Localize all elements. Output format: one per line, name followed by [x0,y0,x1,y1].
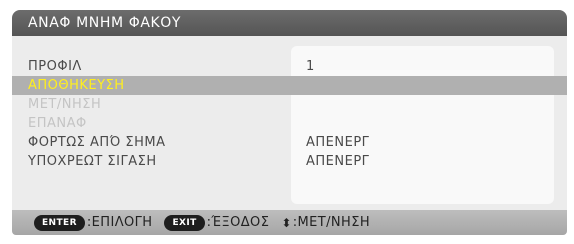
menu-item-move: ΜΕΤ/ΝΗΣΗ [12,95,567,114]
enter-hint: :ΕΠΙΛΟΓΗ [86,215,153,230]
key-hints-bar: ENTER :ΕΠΙΛΟΓΗ EXIT :ΈΞΟΔΟΣ ⬍ :ΜΕΤ/ΝΗΣΗ [12,210,567,235]
enter-key-icon: ENTER [34,214,85,231]
menu-title: ΑΝΑΦ ΜΝΗΜ ΦΑΚΟΥ [12,10,567,36]
menu-item-profile[interactable]: ΠΡΟΦΙΛ 1 [12,57,567,76]
menu-item-store[interactable]: ΑΠΟΘΗΚΕΥΣΗ [12,76,567,95]
menu-item-profile-label: ΠΡΟΦΙΛ [28,59,82,74]
lens-memory-menu: ΑΝΑΦ ΜΝΗΜ ΦΑΚΟΥ ΠΡΟΦΙΛ 1 ΑΠΟΘΗΚΕΥΣΗ ΜΕΤ/… [12,10,567,235]
menu-item-load-by-signal[interactable]: ΦΟΡΤΩΣ ΑΠΌ ΣΗΜΑ ΑΠΕΝΕΡΓ [12,133,567,152]
menu-item-forced-mute[interactable]: ΥΠΟΧΡΕΩΤ ΣΙΓΑΣΗ ΑΠΕΝΕΡΓ [12,152,567,171]
up-down-arrows-icon: ⬍ [281,215,292,230]
exit-hint: :ΈΞΟΔΟΣ [206,215,270,230]
menu-item-profile-value: 1 [306,59,315,74]
menu-list: ΠΡΟΦΙΛ 1 ΑΠΟΘΗΚΕΥΣΗ ΜΕΤ/ΝΗΣΗ ΕΠΑΝΑΦ ΦΟΡΤ… [12,57,567,171]
menu-item-reset-label: ΕΠΑΝΑΦ [28,116,87,131]
menu-item-load-by-signal-label: ΦΟΡΤΩΣ ΑΠΌ ΣΗΜΑ [28,135,166,150]
move-hint: :ΜΕΤ/ΝΗΣΗ [292,215,371,230]
menu-item-load-by-signal-value: ΑΠΕΝΕΡΓ [306,135,370,150]
menu-item-move-label: ΜΕΤ/ΝΗΣΗ [28,97,102,112]
menu-item-reset: ΕΠΑΝΑΦ [12,114,567,133]
menu-item-forced-mute-value: ΑΠΕΝΕΡΓ [306,154,370,169]
menu-item-forced-mute-label: ΥΠΟΧΡΕΩΤ ΣΙΓΑΣΗ [28,154,157,169]
menu-item-store-label: ΑΠΟΘΗΚΕΥΣΗ [28,78,125,93]
exit-key-icon: EXIT [164,214,205,231]
